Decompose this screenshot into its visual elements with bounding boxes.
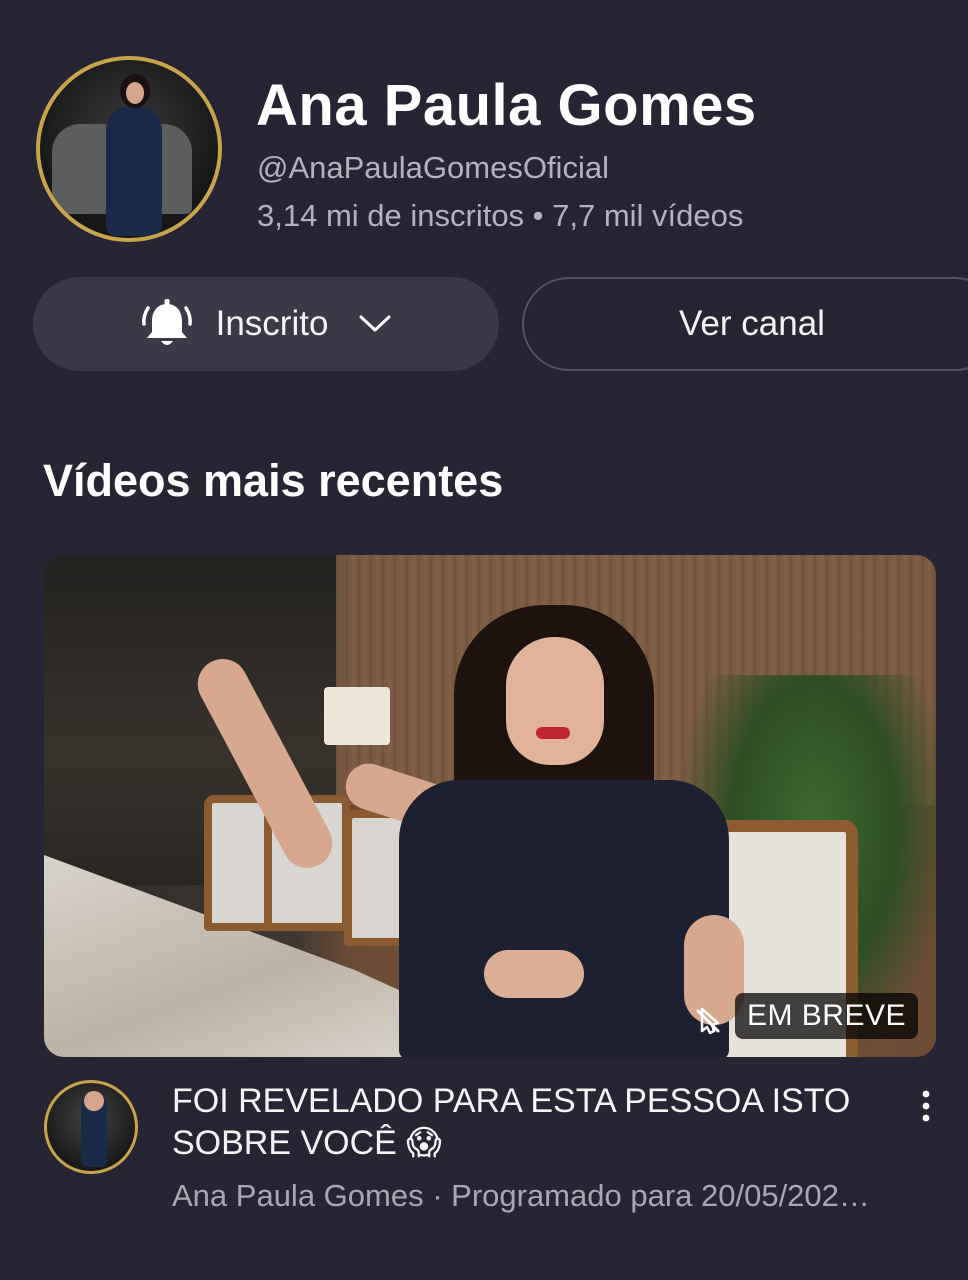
avatar-face [84,1091,104,1111]
avatar-figure [106,106,162,236]
chevron-down-icon [359,315,391,332]
view-channel-label: Ver canal [679,304,825,343]
thumb-lips [536,727,570,739]
coming-soon-badge: EM BREVE [734,993,918,1039]
channel-avatar[interactable] [36,56,222,242]
subscribed-button[interactable]: Inscrito [33,277,499,371]
thumb-lamp [324,687,390,745]
section-title: Vídeos mais recentes [43,455,504,506]
channel-stats: 3,14 mi de inscritos • 7,7 mil vídeos [257,198,744,233]
cast-off-icon [696,1007,720,1035]
bell-icon [141,299,192,345]
thumb-body [399,780,729,1057]
video-channel-avatar[interactable] [44,1080,138,1174]
video-meta: Ana Paula Gomes · Programado para 20/05/… [172,1178,870,1213]
video-thumbnail[interactable]: EM BREVE [44,555,936,1057]
channel-handle: @AnaPaulaGomesOficial [257,150,609,185]
more-vert-icon[interactable] [914,1086,938,1126]
view-channel-button[interactable]: Ver canal [522,277,968,371]
channel-name: Ana Paula Gomes [256,73,757,138]
channel-page: Ana Paula Gomes @AnaPaulaGomesOficial 3,… [0,0,968,1280]
video-title[interactable]: FOI REVELADO PARA ESTA PESSOA ISTO SOBRE… [172,1080,892,1164]
subscribed-label: Inscrito [215,304,329,343]
thumb-hand [484,950,584,998]
thumb-face [506,637,604,765]
avatar-face [126,82,144,104]
